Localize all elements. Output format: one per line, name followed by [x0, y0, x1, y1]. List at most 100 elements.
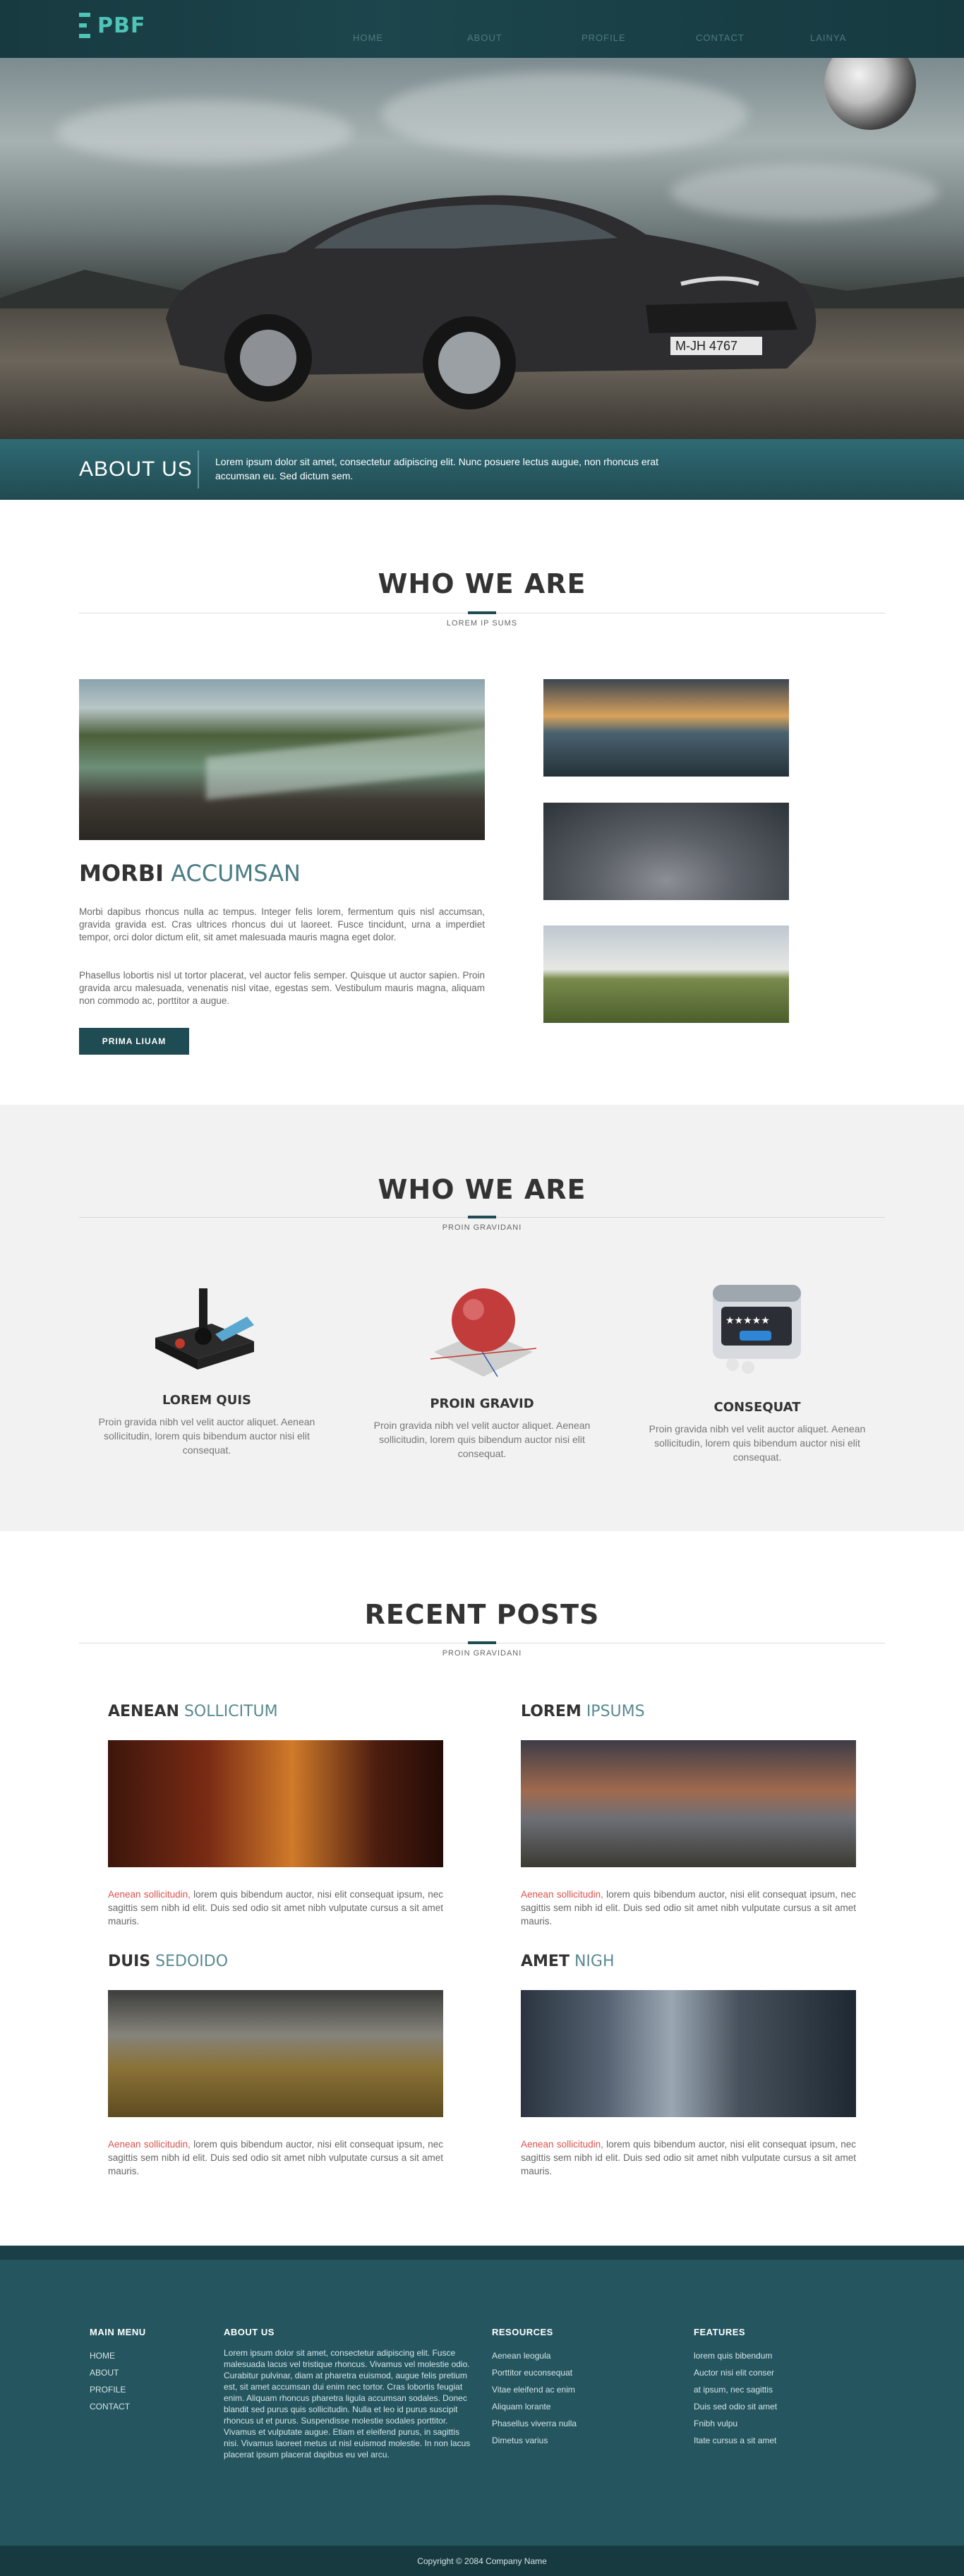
footer-heading: FEATURES [694, 2327, 746, 2337]
footer-features: FEATURES lorem quis bibendum Auctor nisi… [694, 2327, 777, 2449]
morbi-heading-light: ACCUMSAN [171, 860, 301, 887]
feature-text: Proin gravida nibh vel velit auctor aliq… [649, 1423, 866, 1463]
who-we-are-subtitle: LOREM IP SUMS [446, 619, 518, 628]
post-title[interactable]: DUIS SEDOIDO [108, 1953, 228, 1970]
post-title-light: NIGH [574, 1953, 615, 1970]
prima-liuam-button[interactable]: PRIMA LIUAM [79, 1028, 189, 1055]
red-ball-icon [430, 1288, 537, 1377]
who-we-are-title: WHO WE ARE [378, 568, 586, 599]
feature-text: Proin gravida nibh vel velit auctor aliq… [98, 1416, 315, 1456]
river-image [79, 679, 485, 840]
post-excerpt: Aenean sollicitudin, lorem quis bibendum… [108, 2138, 443, 2178]
about-strip: ABOUT US Lorem ipsum dolor sit amet, con… [0, 439, 964, 500]
logo-text: PBF [97, 13, 146, 38]
svg-text:★★★★★: ★★★★★ [725, 1315, 770, 1326]
post-title-light: SOLLICITUM [183, 1703, 278, 1720]
post-excerpt: Aenean sollicitudin, lorem quis bibendum… [521, 1888, 856, 1928]
footer-feature-link[interactable]: Itate cursus a sit amet [694, 2432, 777, 2449]
about-divider [198, 450, 199, 489]
footer-link-about[interactable]: ABOUT [90, 2364, 146, 2381]
mountain-lake-thumbnail[interactable] [543, 679, 789, 777]
horses-field-thumbnail[interactable] [543, 925, 789, 1023]
post-title-bold: AMET [521, 1953, 570, 1970]
planet-sphere [824, 58, 916, 130]
rock-forest-thumbnail[interactable] [543, 803, 789, 900]
main-menu: HOME ABOUT PROFILE CONTACT LAINYA [353, 32, 924, 43]
footer-link-profile[interactable]: PROFILE [90, 2381, 146, 2398]
post-title-bold: AENEAN [108, 1703, 179, 1720]
footer-about: ABOUT US Lorem ipsum dolor sit amet, con… [224, 2327, 474, 2460]
footer-heading: ABOUT US [224, 2327, 275, 2337]
rating-window-icon: ★★★★★ [713, 1285, 801, 1374]
license-plate: M-JH 4767 [675, 339, 737, 353]
nav-item-profile[interactable]: PROFILE [582, 32, 696, 43]
footer-resource-link[interactable]: Phasellus viverra nulla [492, 2415, 577, 2432]
car-image: M-JH 4767 [166, 195, 817, 409]
post-image-arches[interactable] [108, 1740, 443, 1867]
post-excerpt: Aenean sollicitudin, lorem quis bibendum… [108, 1888, 443, 1928]
post-title-bold: LOREM [521, 1703, 582, 1720]
footer-feature-link[interactable]: lorem quis bibendum [694, 2347, 777, 2364]
feature-title: CONSEQUAT [713, 1400, 801, 1415]
post-link[interactable]: Aenean sollicitudin, [521, 1889, 603, 1900]
joystick-icon [155, 1288, 254, 1370]
footer-resource-link[interactable]: Porttitor euconsequat [492, 2364, 577, 2381]
post-excerpt: Aenean sollicitudin, lorem quis bibendum… [521, 2138, 856, 2178]
section-rule-accent-3 [468, 1641, 496, 1644]
nav-item-about[interactable]: ABOUT [467, 32, 582, 43]
post-title-bold: DUIS [108, 1953, 151, 1970]
nav-item-contact[interactable]: CONTACT [696, 32, 810, 43]
recent-posts-title: RECENT POSTS [364, 1599, 600, 1630]
morbi-paragraph-2: Phasellus lobortis nisl ut tortor placer… [79, 970, 485, 1006]
footer-resource-link[interactable]: Aliquam lorante [492, 2398, 577, 2415]
post-title[interactable]: LOREM IPSUMS [521, 1703, 645, 1720]
post-title[interactable]: AMET NIGH [521, 1953, 615, 1970]
feature-title: PROIN GRAVID [430, 1396, 534, 1411]
hero-banner: M-JH 4767 [0, 58, 964, 439]
feature-consequat: CONSEQUAT Proin gravida nibh vel velit a… [641, 1400, 874, 1464]
footer-about-text: Lorem ipsum dolor sit amet, consectetur … [224, 2348, 471, 2460]
footer-resource-link[interactable]: Dimetus varius [492, 2432, 577, 2449]
copyright: Copyright © 2084 Company Name [0, 2546, 964, 2576]
footer-feature-link[interactable]: at ipsum, nec sagittis [694, 2381, 777, 2398]
nav-item-home[interactable]: HOME [353, 32, 467, 43]
top-navbar: PBF HOME ABOUT PROFILE CONTACT LAINYA [0, 0, 964, 58]
who-we-are-subtitle-2: PROIN GRAVIDANI [442, 1223, 522, 1232]
footer-feature-link[interactable]: Duis sed odio sit amet [694, 2398, 777, 2415]
feature-proin-gravid: PROIN GRAVID Proin gravida nibh vel veli… [366, 1396, 598, 1461]
feature-text: Proin gravida nibh vel velit auctor aliq… [373, 1420, 591, 1459]
section-rule-accent [468, 611, 496, 614]
post-image-cliff-sunset[interactable] [521, 1740, 856, 1867]
post-link[interactable]: Aenean sollicitudin, [108, 1889, 191, 1900]
post-image-city-street[interactable] [521, 1990, 856, 2117]
morbi-heading-bold: MORBI [79, 860, 164, 887]
about-title: ABOUT US [79, 457, 193, 481]
footer-feature-link[interactable]: Fnibh vulpu [694, 2415, 777, 2432]
footer-resource-link[interactable]: Vitae eleifend ac enim [492, 2381, 577, 2398]
stacked-bars-icon [79, 13, 90, 38]
footer-resource-link[interactable]: Aenean leogula [492, 2347, 577, 2364]
about-text: Lorem ipsum dolor sit amet, consectetur … [215, 456, 659, 481]
footer-feature-link[interactable]: Auctor nisi elit conser [694, 2364, 777, 2381]
nav-item-lainya[interactable]: LAINYA [810, 32, 924, 43]
footer-main-menu: MAIN MENU HOME ABOUT PROFILE CONTACT [90, 2327, 146, 2415]
post-link[interactable]: Aenean sollicitudin, [521, 2139, 603, 2150]
footer-link-home[interactable]: HOME [90, 2347, 146, 2364]
section-rule-accent-2 [468, 1216, 496, 1218]
morbi-paragraph-1: Morbi dapibus rhoncus nulla ac tempus. I… [79, 906, 485, 942]
post-title[interactable]: AENEAN SOLLICITUM [108, 1703, 278, 1720]
post-title-light: IPSUMS [586, 1703, 645, 1720]
post-title-light: SEDOIDO [155, 1953, 229, 1970]
post-link[interactable]: Aenean sollicitudin, [108, 2139, 191, 2150]
logo[interactable]: PBF [79, 13, 145, 38]
feature-lorem-quis: LOREM QUIS Proin gravida nibh vel velit … [90, 1393, 323, 1457]
post-image-field-path[interactable] [108, 1990, 443, 2117]
footer-heading: MAIN MENU [90, 2327, 146, 2337]
footer-resources: RESOURCES Aenean leogula Porttitor eucon… [492, 2327, 577, 2449]
footer-heading: RESOURCES [492, 2327, 553, 2337]
feature-title: LOREM QUIS [162, 1393, 252, 1408]
footer-top-bar [0, 2246, 964, 2260]
who-we-are-title-2: WHO WE ARE [378, 1174, 586, 1205]
morbi-heading: MORBI ACCUMSAN [79, 860, 301, 887]
footer-link-contact[interactable]: CONTACT [90, 2398, 146, 2415]
